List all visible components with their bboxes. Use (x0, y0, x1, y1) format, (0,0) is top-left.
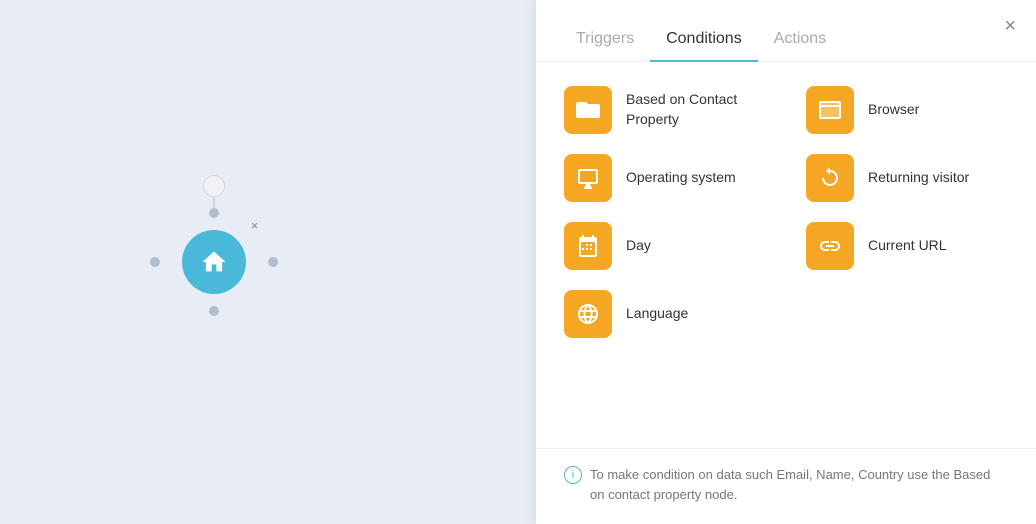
tab-actions[interactable]: Actions (758, 18, 842, 62)
folder-icon (576, 98, 600, 122)
node-container: × (182, 230, 246, 294)
canvas-area: × (0, 0, 536, 524)
panel-body: Based on Contact Property Browser (536, 62, 1036, 448)
day-icon-bg (564, 222, 612, 270)
conditions-grid: Based on Contact Property Browser (564, 86, 1008, 338)
panel-footer: i To make condition on data such Email, … (536, 448, 1036, 524)
browser-label: Browser (868, 100, 919, 120)
panel-close-button[interactable]: × (1004, 16, 1016, 36)
connector-dot-bottom (209, 306, 219, 316)
footer-note: i To make condition on data such Email, … (564, 465, 1008, 504)
condition-returning-visitor[interactable]: Returning visitor (806, 154, 1008, 202)
monitor-icon (576, 166, 600, 190)
globe-icon (576, 302, 600, 326)
tab-conditions[interactable]: Conditions (650, 18, 758, 62)
language-icon-bg (564, 290, 612, 338)
condition-based-on-contact[interactable]: Based on Contact Property (564, 86, 766, 134)
calendar-icon (576, 234, 600, 258)
balloon-indicator (203, 175, 225, 197)
panel-header: Triggers Conditions Actions (536, 0, 1036, 62)
returning-visitor-icon-bg (806, 154, 854, 202)
based-on-contact-icon-bg (564, 86, 612, 134)
home-icon (200, 248, 228, 276)
operating-system-icon-bg (564, 154, 612, 202)
browser-icon-bg (806, 86, 854, 134)
footer-note-text: To make condition on data such Email, Na… (590, 465, 1008, 504)
condition-language[interactable]: Language (564, 290, 766, 338)
condition-day[interactable]: Day (564, 222, 766, 270)
conditions-panel: Triggers Conditions Actions × Based on C… (536, 0, 1036, 524)
browser-icon (818, 98, 842, 122)
condition-browser[interactable]: Browser (806, 86, 1008, 134)
tab-triggers[interactable]: Triggers (560, 18, 650, 62)
current-url-label: Current URL (868, 236, 947, 256)
home-node[interactable] (182, 230, 246, 294)
condition-current-url[interactable]: Current URL (806, 222, 1008, 270)
operating-system-label: Operating system (626, 168, 736, 188)
day-label: Day (626, 236, 651, 256)
node-close-button[interactable]: × (251, 218, 259, 233)
connector-dot-right (268, 257, 278, 267)
link-icon (818, 234, 842, 258)
condition-operating-system[interactable]: Operating system (564, 154, 766, 202)
connector-dot-left (150, 257, 160, 267)
language-label: Language (626, 304, 688, 324)
connector-dot-top (209, 208, 219, 218)
info-icon: i (564, 466, 582, 484)
based-on-contact-label: Based on Contact Property (626, 90, 766, 129)
refresh-icon (818, 166, 842, 190)
returning-visitor-label: Returning visitor (868, 168, 969, 188)
current-url-icon-bg (806, 222, 854, 270)
